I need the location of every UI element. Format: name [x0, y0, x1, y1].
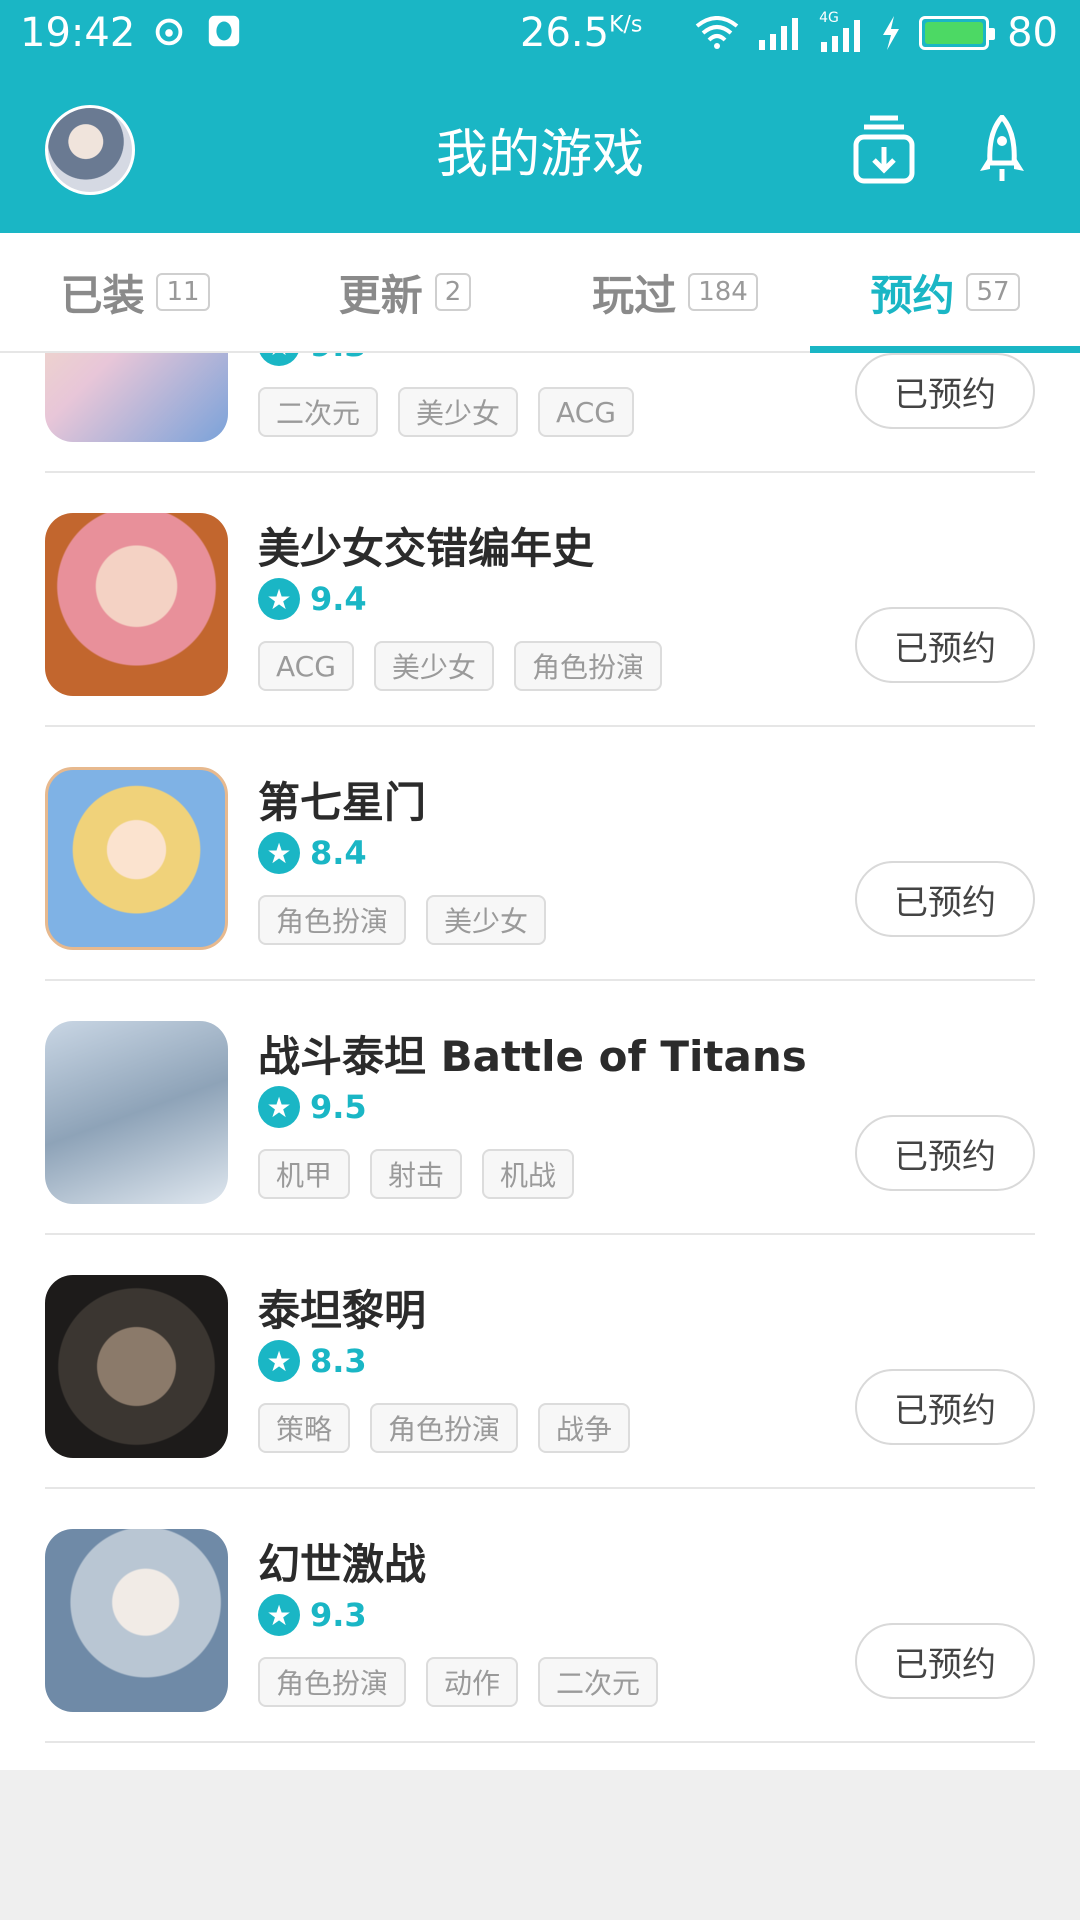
- star-icon: ★: [258, 578, 300, 620]
- tag-list: 机甲 射击 机战: [258, 1149, 575, 1199]
- game-rating: ★ 9.5: [258, 1086, 367, 1128]
- battery-icon: [919, 16, 996, 50]
- tag[interactable]: 角色扮演: [513, 641, 662, 691]
- tag[interactable]: 机战: [482, 1149, 575, 1199]
- game-icon: [45, 513, 228, 696]
- status-bar: 19:42 26.5K/s 4G 80: [0, 0, 1080, 68]
- signal-icon: [759, 18, 799, 50]
- tab-updates[interactable]: 更新 2: [270, 233, 540, 351]
- divider: [45, 1741, 1035, 1743]
- list-item[interactable]: 战斗泰坦 Battle of Titans ★ 9.5 机甲 射击 机战 已预约: [0, 981, 1080, 1235]
- game-icon: [45, 1275, 228, 1458]
- tag[interactable]: ACG: [258, 641, 354, 691]
- status-right: 4G 80: [695, 10, 1058, 56]
- list-item[interactable]: 第七星门 ★ 8.4 角色扮演 美少女 已预约: [0, 727, 1080, 981]
- list-item[interactable]: ★ 9.3 二次元 美少女 ACG 已预约: [0, 353, 1080, 473]
- tab-count: 2: [434, 273, 472, 311]
- tag[interactable]: 二次元: [538, 1657, 659, 1707]
- reserved-button[interactable]: 已预约: [855, 1369, 1035, 1445]
- page-title: 我的游戏: [435, 125, 644, 185]
- list-item[interactable]: 幻世激战 ★ 9.3 角色扮演 动作 二次元 已预约: [0, 1489, 1080, 1743]
- game-rating: ★ 9.3: [258, 1594, 367, 1636]
- game-name: 美少女交错编年史: [258, 524, 595, 573]
- battery-level: 80: [1007, 10, 1058, 56]
- weibo-icon: [155, 18, 183, 46]
- tag[interactable]: 战争: [538, 1403, 631, 1453]
- qq-icon: [208, 15, 240, 47]
- game-icon: [45, 1529, 228, 1712]
- tab-reserved[interactable]: 预约 57: [810, 233, 1080, 353]
- download-manager-icon[interactable]: [852, 115, 916, 185]
- tag[interactable]: 策略: [258, 1403, 351, 1453]
- tab-count: 184: [688, 273, 758, 311]
- tab-count: 11: [156, 273, 210, 311]
- tag[interactable]: 角色扮演: [370, 1403, 519, 1453]
- tag-list: 角色扮演 动作 二次元: [258, 1657, 659, 1707]
- reserved-button[interactable]: 已预约: [855, 861, 1035, 937]
- rocket-icon[interactable]: [970, 115, 1034, 185]
- tag[interactable]: 美少女: [426, 895, 547, 945]
- game-rating: ★ 9.4: [258, 578, 367, 620]
- charging-icon: [883, 16, 900, 50]
- reserved-button[interactable]: 已预约: [855, 1115, 1035, 1191]
- tag[interactable]: 二次元: [258, 387, 379, 437]
- reserved-games-list[interactable]: ★ 9.3 二次元 美少女 ACG 已预约 美少女交错编年史 ★ 9.4 ACG…: [0, 353, 1080, 1770]
- tab-bar: 已装 11 更新 2 玩过 184 预约 57: [0, 233, 1080, 353]
- game-rating: ★ 8.4: [258, 832, 367, 874]
- star-icon: ★: [258, 1086, 300, 1128]
- star-icon: ★: [258, 832, 300, 874]
- reserved-button[interactable]: 已预约: [855, 353, 1035, 429]
- app-header: 19:42 26.5K/s 4G 80 我的游戏: [0, 0, 1080, 233]
- game-rating: ★ 8.3: [258, 1340, 367, 1382]
- signal-4g-icon: 4G: [819, 10, 863, 52]
- tag-list: 策略 角色扮演 战争: [258, 1403, 631, 1453]
- tag[interactable]: 角色扮演: [258, 1657, 407, 1707]
- tag[interactable]: 机甲: [258, 1149, 351, 1199]
- tag-list: 角色扮演 美少女: [258, 895, 547, 945]
- reserved-button[interactable]: 已预约: [855, 607, 1035, 683]
- game-icon: [45, 767, 228, 950]
- star-icon: ★: [258, 1340, 300, 1382]
- game-name: 第七星门: [258, 778, 427, 827]
- tag-list: ACG 美少女 角色扮演: [258, 641, 662, 691]
- reserved-button[interactable]: 已预约: [855, 1623, 1035, 1699]
- game-name: 战斗泰坦 Battle of Titans: [258, 1032, 807, 1081]
- wifi-icon: [695, 16, 739, 49]
- tab-played[interactable]: 玩过 184: [540, 233, 810, 351]
- tag[interactable]: 美少女: [398, 387, 519, 437]
- tag[interactable]: 美少女: [373, 641, 494, 691]
- game-name: 泰坦黎明: [258, 1286, 427, 1335]
- tab-count: 57: [966, 273, 1020, 311]
- game-name: 幻世激战: [258, 1540, 427, 1589]
- tag[interactable]: ACG: [538, 387, 634, 437]
- game-icon: [45, 1021, 228, 1204]
- list-footer-space: [0, 1770, 1080, 1920]
- game-icon: [45, 353, 228, 442]
- network-speed: 26.5K/s: [520, 10, 643, 56]
- tag[interactable]: 动作: [426, 1657, 519, 1707]
- star-icon: ★: [258, 1594, 300, 1636]
- tag[interactable]: 角色扮演: [258, 895, 407, 945]
- tab-installed[interactable]: 已装 11: [0, 233, 270, 351]
- tag-list: 二次元 美少女 ACG: [258, 387, 634, 437]
- status-time: 19:42: [20, 10, 136, 56]
- tag[interactable]: 射击: [370, 1149, 463, 1199]
- star-icon: ★: [258, 353, 300, 366]
- list-item[interactable]: 泰坦黎明 ★ 8.3 策略 角色扮演 战争 已预约: [0, 1235, 1080, 1489]
- list-item[interactable]: 美少女交错编年史 ★ 9.4 ACG 美少女 角色扮演 已预约: [0, 473, 1080, 727]
- game-rating: ★ 9.3: [258, 353, 367, 366]
